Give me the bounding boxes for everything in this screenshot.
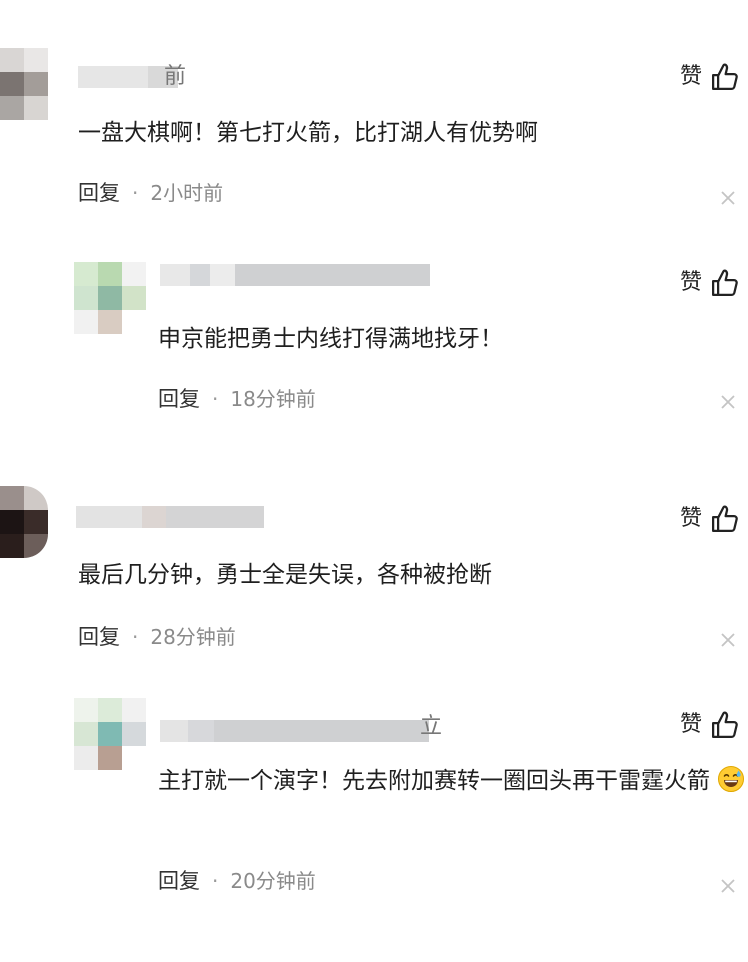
avatar[interactable] — [74, 262, 146, 334]
username-tail: 前 — [164, 64, 187, 89]
comment-text: 一盘大棋啊！第七打火箭，比打湖人有优势啊 — [78, 120, 538, 146]
comment-text: 申京能把勇士内线打得满地找牙！ — [158, 326, 503, 352]
reply-button[interactable]: 回复 — [158, 868, 200, 894]
avatar[interactable] — [74, 698, 146, 770]
thumbs-up-icon — [712, 711, 738, 738]
avatar[interactable] — [0, 486, 48, 558]
comment-meta: 回复 · 28分钟前 — [78, 624, 236, 650]
comment-meta: 回复 · 20分钟前 — [158, 868, 316, 894]
grinning-sweat-emoji — [718, 766, 745, 792]
thumbs-up-icon — [712, 63, 738, 90]
separator-dot: · — [212, 387, 219, 411]
comment-meta: 回复 · 18分钟前 — [158, 386, 316, 412]
comment-text-body: 主打就一个演字！先去附加赛转一圈回头再干雷霆火箭 — [158, 768, 710, 794]
like-button[interactable]: 赞 — [680, 62, 740, 92]
like-label: 赞 — [679, 712, 702, 737]
comment-text: 最后几分钟，勇士全是失误，各种被抢断 — [78, 562, 492, 588]
username-blurred[interactable] — [160, 720, 429, 742]
close-icon[interactable] — [718, 188, 738, 208]
timestamp: 28分钟前 — [150, 625, 236, 649]
separator-dot: · — [132, 625, 139, 649]
username-blurred[interactable] — [76, 506, 264, 528]
close-icon[interactable] — [718, 876, 738, 896]
like-button[interactable]: 赞 — [680, 710, 740, 740]
close-icon[interactable] — [718, 392, 738, 412]
close-icon[interactable] — [718, 630, 738, 650]
username-tail: 立 — [420, 714, 443, 739]
timestamp: 20分钟前 — [230, 869, 316, 893]
username-blurred[interactable] — [78, 66, 178, 88]
reply-button[interactable]: 回复 — [78, 180, 120, 206]
thumbs-up-icon — [712, 505, 738, 532]
reply-button[interactable]: 回复 — [78, 624, 120, 650]
timestamp: 18分钟前 — [230, 387, 316, 411]
like-button[interactable]: 赞 — [680, 268, 740, 298]
reply-button[interactable]: 回复 — [158, 386, 200, 412]
like-label: 赞 — [679, 270, 702, 295]
thumbs-up-icon — [712, 269, 738, 296]
comment-text: 主打就一个演字！先去附加赛转一圈回头再干雷霆火箭 — [158, 760, 746, 802]
separator-dot: · — [132, 181, 139, 205]
like-label: 赞 — [679, 506, 702, 531]
comment-meta: 回复 · 2小时前 — [78, 180, 223, 206]
timestamp: 2小时前 — [150, 181, 224, 205]
separator-dot: · — [212, 869, 219, 893]
avatar[interactable] — [0, 48, 48, 120]
like-label: 赞 — [679, 64, 702, 89]
like-button[interactable]: 赞 — [680, 504, 740, 534]
username-blurred[interactable] — [160, 264, 430, 286]
